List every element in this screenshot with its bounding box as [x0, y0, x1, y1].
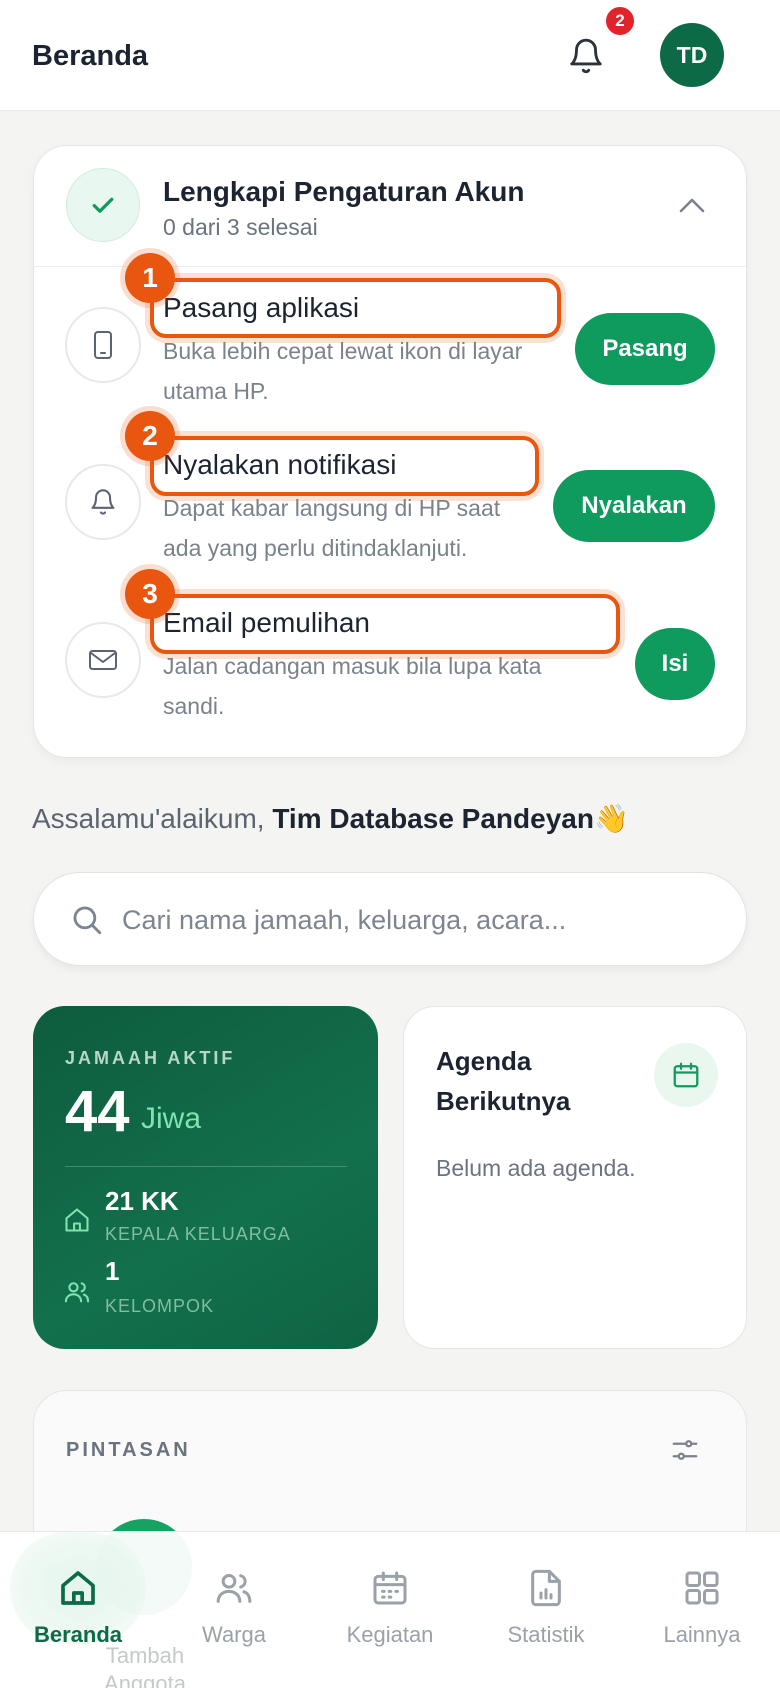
mail-icon — [89, 650, 117, 670]
nav-label: Kegiatan — [346, 1622, 434, 1647]
collapse-button[interactable] — [672, 190, 712, 220]
bell-icon — [570, 38, 602, 74]
shortcuts-title: PINTASAN — [66, 1439, 191, 1461]
divider — [65, 1166, 347, 1167]
next-agenda-card[interactable]: Agenda Berikutnya Belum ada agenda. — [403, 1006, 747, 1349]
home-icon — [61, 1571, 95, 1605]
bell-icon — [91, 489, 115, 515]
page-title: Beranda — [32, 40, 149, 72]
groups-label: KELOMPOK — [105, 1296, 215, 1316]
setup-status-icon — [66, 168, 140, 242]
chevron-up-icon — [679, 198, 705, 213]
account-setup-card: Lengkapi Pengaturan Akun 0 dari 3 selesa… — [33, 145, 747, 758]
nav-lainnya[interactable]: Lainnya — [624, 1532, 780, 1688]
nav-kegiatan[interactable]: Kegiatan — [312, 1532, 468, 1688]
calendar-icon — [673, 1062, 699, 1088]
task-icon — [65, 464, 141, 540]
avatar[interactable]: TD — [660, 23, 724, 87]
grid-icon — [685, 1571, 719, 1605]
home-icon — [65, 1208, 89, 1232]
task-description: Dapat kabar langsung di HP saat ada yang… — [163, 495, 501, 561]
smartphone-icon — [94, 331, 112, 359]
notification-button[interactable] — [560, 30, 612, 82]
nav-label: Lainnya — [663, 1622, 741, 1647]
enable-notifications-button[interactable]: Nyalakan — [553, 470, 715, 542]
families-value: 21 KK — [105, 1186, 179, 1216]
task-icon — [65, 622, 141, 698]
setup-title: Lengkapi Pengaturan Akun — [163, 176, 525, 207]
search-icon — [73, 906, 102, 935]
greeting-name: Tim Database Pandeyan — [272, 803, 594, 834]
users-icon — [64, 1282, 90, 1303]
setup-progress: 0 dari 3 selesai — [163, 214, 318, 240]
groups-value: 1 — [105, 1256, 120, 1286]
nav-label: Beranda — [33, 1622, 123, 1647]
task-description: Jalan cadangan masuk bila lupa kata sand… — [163, 653, 542, 719]
wave-emoji: 👋 — [593, 803, 629, 834]
chart-file-icon — [531, 1569, 561, 1607]
task-description: Buka lebih cepat lewat ikon di layar uta… — [163, 338, 523, 404]
fill-email-button[interactable]: Isi — [635, 628, 715, 700]
highlight-number: 3 — [125, 569, 175, 619]
member-count: 44 — [65, 1079, 130, 1144]
greeting: Assalamu'alaikum, Tim Database Pandeyan👋 — [32, 802, 629, 835]
agenda-title: Agenda Berikutnya — [436, 1046, 571, 1116]
check-icon — [92, 197, 114, 213]
calendar-icon — [373, 1571, 407, 1605]
bottom-navigation: Tambah Anggota Beranda Warga Kegiatan St… — [0, 1531, 780, 1688]
nav-label: Warga — [202, 1622, 266, 1647]
search-bar[interactable] — [33, 872, 747, 966]
nav-beranda[interactable]: Beranda — [0, 1532, 156, 1688]
install-button[interactable]: Pasang — [575, 313, 715, 385]
top-bar: Beranda 2 TD — [0, 0, 780, 111]
nav-statistik[interactable]: Statistik — [468, 1532, 624, 1688]
users-icon — [216, 1574, 252, 1603]
agenda-icon — [654, 1043, 718, 1107]
nav-warga[interactable]: Warga — [156, 1532, 312, 1688]
nav-label: Statistik — [507, 1622, 585, 1647]
member-unit: Jiwa — [141, 1102, 202, 1135]
highlight-box — [150, 278, 561, 338]
task-icon — [65, 307, 141, 383]
highlight-box — [150, 594, 620, 654]
families-label: KEPALA KELUARGA — [105, 1224, 291, 1244]
notification-badge: 2 — [604, 5, 636, 37]
search-input[interactable] — [122, 893, 712, 947]
highlight-box — [150, 436, 539, 496]
highlight-number: 2 — [125, 411, 175, 461]
active-members-card[interactable]: JAMAAH AKTIF 44 Jiwa 21 KK KEPALA KELUAR… — [33, 1006, 378, 1349]
sliders-icon[interactable] — [670, 1435, 700, 1465]
agenda-empty-text: Belum ada agenda. — [436, 1155, 636, 1181]
highlight-number: 1 — [125, 253, 175, 303]
stat-label: JAMAAH AKTIF — [65, 1048, 236, 1068]
greeting-prefix: Assalamu'alaikum, — [32, 803, 273, 834]
